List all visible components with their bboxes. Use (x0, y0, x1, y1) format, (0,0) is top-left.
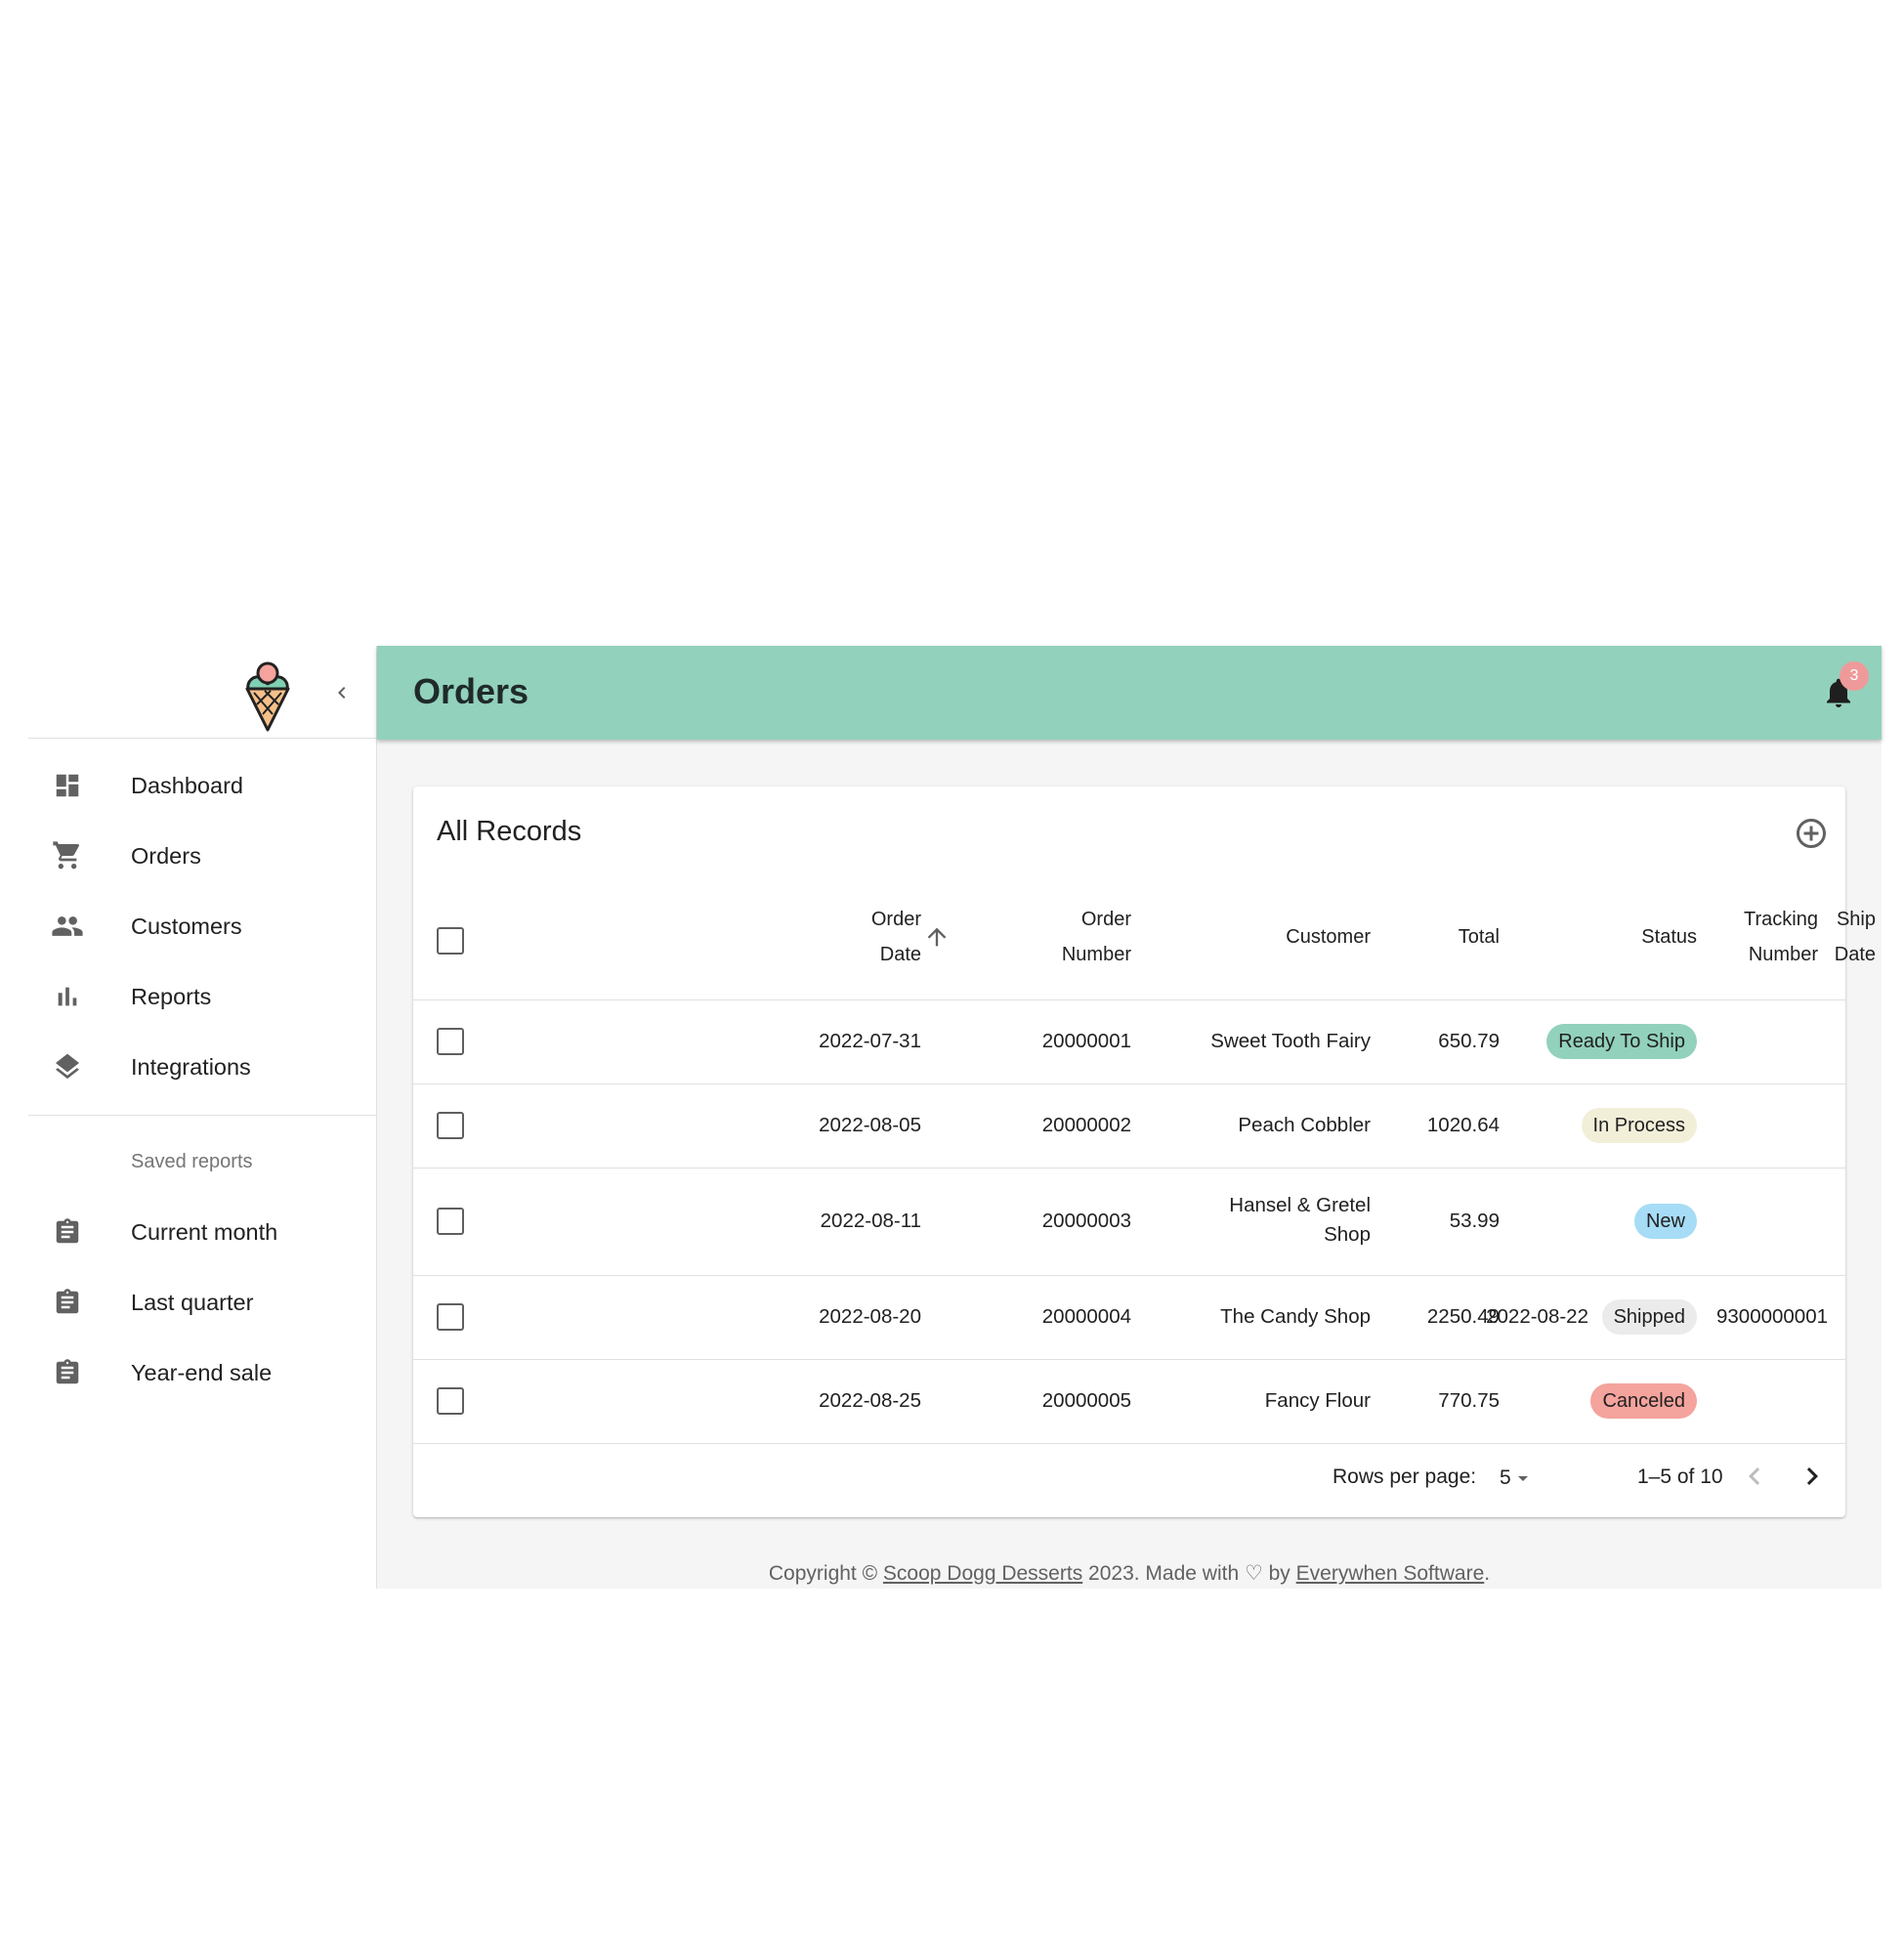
row-checkbox[interactable] (437, 1028, 464, 1055)
saved-report-label: Last quarter (131, 1289, 254, 1315)
order-number-cell: 20000004 (1041, 1305, 1131, 1328)
select-all-checkbox[interactable] (437, 927, 464, 955)
tracking-number-cell: 9300000001 (1715, 1305, 1828, 1328)
sidebar-header (28, 646, 377, 739)
page-title: Orders (413, 671, 529, 711)
main-content: Orders 3 All Records Order Date Order Nu… (377, 646, 1882, 1589)
customer-cell: Hansel & Gretel (1229, 1194, 1371, 1216)
ice-cream-logo (243, 656, 292, 732)
customer-cell-line2: Shop (1324, 1223, 1371, 1246)
table-row[interactable]: 2022-08-05 20000002 Peach Cobbler 1020.6… (413, 1084, 1845, 1168)
card-title: All Records (437, 816, 582, 847)
app-root: Dashboard Orders Customers Reports Integ… (28, 646, 1882, 1589)
nav-label: Customers (131, 913, 242, 939)
previous-page-icon[interactable] (1737, 1459, 1772, 1494)
order-number-cell: 20000001 (1041, 1030, 1131, 1052)
customer-cell: Sweet Tooth Fairy (1210, 1030, 1371, 1052)
saved-reports-heading: Saved reports (131, 1151, 253, 1172)
footer-text: Copyright © (768, 1562, 883, 1585)
notification-badge: 3 (1840, 661, 1869, 691)
people-icon (50, 909, 85, 944)
app-bar: Orders 3 (377, 646, 1882, 740)
total-cell: 53.99 (1449, 1210, 1500, 1232)
order-number-cell: 20000002 (1041, 1114, 1131, 1136)
rows-per-page-select[interactable]: 5 (1500, 1461, 1548, 1496)
nav-label: Dashboard (131, 772, 243, 798)
dashboard-icon (50, 768, 85, 803)
pagination-range: 1–5 of 10 (1637, 1466, 1723, 1488)
table-row[interactable]: 2022-07-31 20000001 Sweet Tooth Fairy 65… (413, 1000, 1845, 1083)
customer-cell: Peach Cobbler (1238, 1114, 1371, 1136)
status-badge: Shipped (1601, 1299, 1697, 1335)
saved-report-year-end-sale[interactable]: Year-end sale (28, 1338, 377, 1408)
footer-text: 2023. Made with ♡ by (1082, 1562, 1296, 1585)
nav-label: Orders (131, 842, 201, 869)
total-cell: 770.75 (1438, 1389, 1500, 1412)
status-badge: Ready To Ship (1546, 1024, 1697, 1059)
rows-per-page-label: Rows per page: (1333, 1466, 1477, 1488)
assignment-icon (50, 1285, 85, 1320)
divider (413, 1443, 1845, 1444)
row-checkbox[interactable] (437, 1112, 464, 1139)
company-link[interactable]: Scoop Dogg Desserts (883, 1562, 1082, 1585)
nav-item-orders[interactable]: Orders (28, 821, 377, 891)
nav-label: Integrations (131, 1053, 251, 1080)
assignment-icon (50, 1214, 85, 1250)
nav-label: Reports (131, 983, 212, 1009)
order-date-cell: 2022-07-31 (819, 1030, 921, 1052)
status-badge: In Process (1581, 1108, 1697, 1143)
divider (28, 1115, 377, 1116)
nav-item-dashboard[interactable]: Dashboard (28, 750, 377, 821)
saved-report-last-quarter[interactable]: Last quarter (28, 1267, 377, 1338)
saved-report-current-month[interactable]: Current month (28, 1197, 377, 1267)
status-badge: Canceled (1590, 1383, 1697, 1419)
row-checkbox[interactable] (437, 1303, 464, 1331)
row-checkbox[interactable] (437, 1208, 464, 1235)
dropdown-arrow-icon (1517, 1476, 1528, 1481)
order-number-cell: 20000003 (1041, 1210, 1131, 1232)
sort-ascending-icon[interactable] (923, 923, 951, 951)
order-date-cell: 2022-08-11 (820, 1210, 921, 1232)
rows-per-page-value: 5 (1500, 1466, 1511, 1489)
table-row[interactable]: 2022-08-20 20000004 The Candy Shop 2250.… (413, 1276, 1845, 1359)
bar-chart-icon (50, 979, 85, 1014)
status-badge: New (1633, 1204, 1697, 1239)
table-row[interactable]: 2022-08-11 20000003 Hansel & Gretel Shop… (413, 1168, 1845, 1275)
ship-date-cell: 2022-08-22 (1486, 1305, 1588, 1328)
customer-cell: Fancy Flour (1264, 1389, 1371, 1412)
order-date-cell: 2022-08-05 (819, 1114, 921, 1136)
vendor-link[interactable]: Everywhen Software (1296, 1562, 1485, 1585)
order-date-cell: 2022-08-20 (819, 1305, 921, 1328)
nav-item-integrations[interactable]: Integrations (28, 1032, 377, 1102)
footer-text: . (1484, 1562, 1491, 1585)
next-page-icon[interactable] (1795, 1459, 1830, 1494)
nav-item-reports[interactable]: Reports (28, 961, 377, 1032)
add-circle-icon[interactable] (1794, 816, 1829, 851)
layers-icon (50, 1049, 85, 1084)
table-row[interactable]: 2022-08-25 20000005 Fancy Flour 770.75 C… (413, 1360, 1845, 1443)
assignment-icon (50, 1355, 85, 1390)
nav-item-customers[interactable]: Customers (28, 891, 377, 961)
row-checkbox[interactable] (437, 1387, 464, 1415)
records-card: All Records Order Date Order Number Cust… (413, 786, 1876, 1517)
order-date-cell: 2022-08-25 (819, 1389, 921, 1412)
order-number-cell: 20000005 (1041, 1389, 1131, 1412)
total-cell: 650.79 (1438, 1030, 1500, 1052)
footer: Copyright © Scoop Dogg Desserts 2023. Ma… (377, 1561, 1882, 1586)
saved-report-label: Current month (131, 1218, 278, 1245)
shopping-cart-icon (50, 838, 85, 873)
total-cell: 1020.64 (1426, 1114, 1500, 1136)
customer-cell: The Candy Shop (1220, 1305, 1371, 1328)
chevron-left-icon[interactable] (324, 675, 360, 710)
sidebar: Dashboard Orders Customers Reports Integ… (28, 646, 377, 1589)
saved-report-label: Year-end sale (131, 1359, 273, 1385)
